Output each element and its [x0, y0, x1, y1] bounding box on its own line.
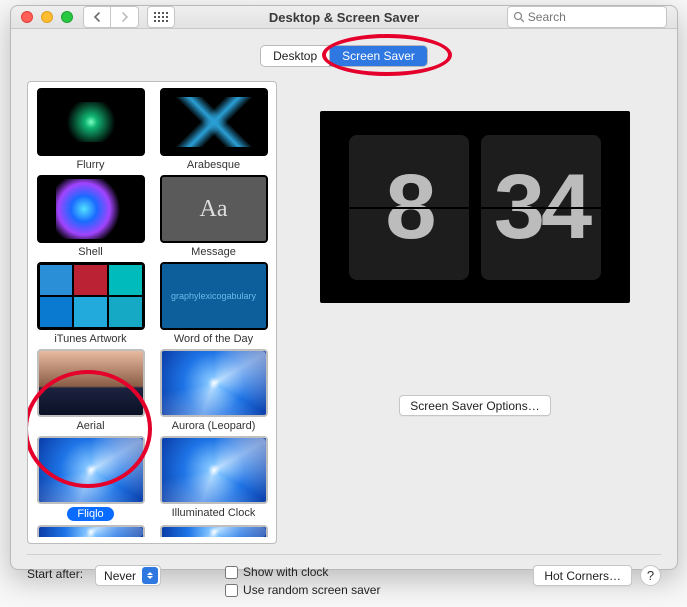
- screensaver-preview: 8 34: [320, 111, 630, 303]
- back-button[interactable]: [83, 6, 111, 28]
- close-button[interactable]: [21, 11, 33, 23]
- minimize-button[interactable]: [41, 11, 53, 23]
- search-icon: [513, 11, 524, 23]
- tab-bar: Desktop Screen Saver: [27, 45, 661, 67]
- saver-extra-2[interactable]: [155, 525, 272, 537]
- forward-button[interactable]: [111, 6, 139, 28]
- start-after-select[interactable]: Never: [95, 565, 161, 586]
- preview-pane: 8 34 Screen Saver Options…: [289, 81, 661, 544]
- footer-controls: Start after: Never Show with clock Use r…: [27, 554, 661, 597]
- saver-word-of-the-day[interactable]: graphylexicogabulary Word of the Day: [155, 262, 272, 345]
- chevron-right-icon: [121, 12, 129, 22]
- prefs-window: Desktop & Screen Saver Desktop Screen Sa…: [10, 5, 678, 570]
- saver-arabesque[interactable]: Arabesque: [155, 88, 272, 171]
- start-after-label: Start after:: [27, 567, 83, 581]
- chevron-left-icon: [93, 12, 101, 22]
- saver-itunes-artwork[interactable]: iTunes Artwork: [32, 262, 149, 345]
- screen-saver-options-button[interactable]: Screen Saver Options…: [399, 395, 550, 416]
- use-random-checkbox[interactable]: Use random screen saver: [225, 583, 380, 597]
- select-stepper-icon: [142, 567, 158, 584]
- saver-flurry[interactable]: Flurry: [32, 88, 149, 171]
- show-all-button[interactable]: [147, 6, 175, 28]
- tab-screen-saver[interactable]: Screen Saver: [329, 46, 427, 66]
- search-field[interactable]: [507, 6, 667, 28]
- nav-back-forward: [83, 6, 139, 28]
- window-controls: [21, 11, 73, 23]
- saver-list[interactable]: Flurry Arabesque Shell Aa Message: [27, 81, 277, 544]
- saver-aurora-leopard[interactable]: Aurora (Leopard): [155, 349, 272, 432]
- saver-aerial[interactable]: Aerial: [32, 349, 149, 432]
- hot-corners-button[interactable]: Hot Corners…: [533, 565, 632, 586]
- grid-icon: [154, 12, 168, 22]
- titlebar: Desktop & Screen Saver: [11, 6, 677, 29]
- tab-desktop[interactable]: Desktop: [261, 46, 329, 66]
- saver-extra-1[interactable]: [32, 525, 149, 537]
- search-input[interactable]: [528, 10, 661, 24]
- selected-saver-label: Fliqlo: [67, 507, 113, 521]
- saver-message[interactable]: Aa Message: [155, 175, 272, 258]
- show-with-clock-checkbox[interactable]: Show with clock: [225, 565, 380, 579]
- help-button[interactable]: ?: [640, 565, 661, 586]
- content-area: Desktop Screen Saver Flurry Arabesque: [11, 29, 677, 607]
- saver-shell[interactable]: Shell: [32, 175, 149, 258]
- clock-hour: 8: [349, 135, 469, 280]
- clock-minute: 34: [481, 135, 601, 280]
- zoom-button[interactable]: [61, 11, 73, 23]
- saver-illuminated-clock[interactable]: Illuminated Clock: [155, 436, 272, 521]
- saver-fliqlo[interactable]: Fliqlo: [32, 436, 149, 521]
